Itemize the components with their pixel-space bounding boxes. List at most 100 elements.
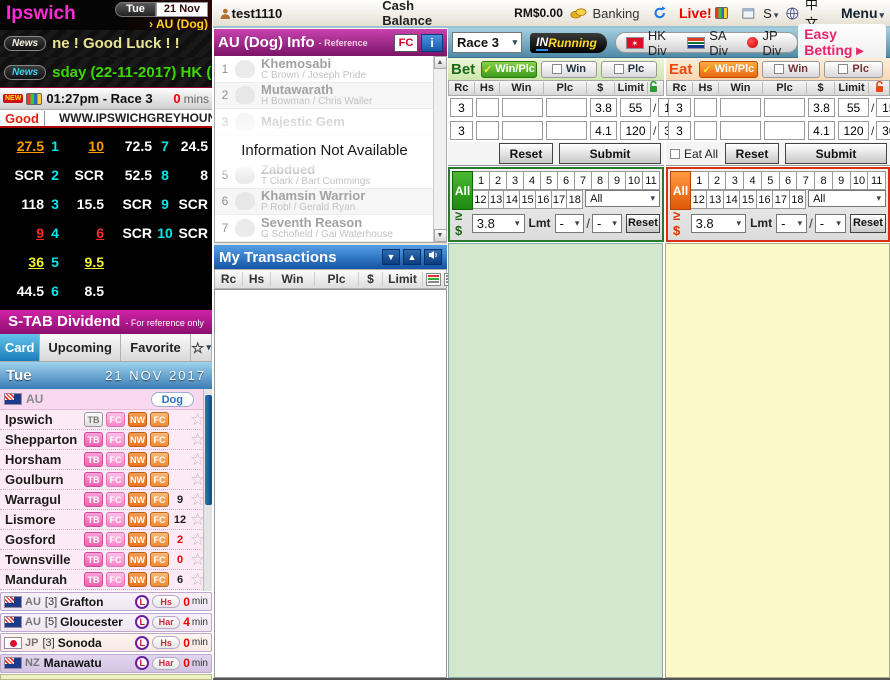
scroll-down-button[interactable]: ▼ xyxy=(434,229,447,242)
number-cell[interactable]: 8 xyxy=(592,171,609,190)
badge-nw[interactable]: NW xyxy=(128,532,147,547)
all-select[interactable]: All▾ xyxy=(808,190,886,207)
badge-tb[interactable]: TB xyxy=(84,432,103,447)
eat-winplc-button[interactable]: ✓Win/Plc xyxy=(699,61,758,78)
checkbox[interactable] xyxy=(552,64,562,74)
info-button[interactable]: i xyxy=(421,34,443,52)
win-amount-input[interactable] xyxy=(720,121,761,140)
win-amount-input[interactable] xyxy=(502,98,543,117)
other-race-row[interactable]: JP[3]SonodaLHs0min xyxy=(0,633,212,652)
number-cell[interactable]: 10 xyxy=(626,171,643,190)
eat-plc-button[interactable]: Plc xyxy=(824,61,883,78)
odds-value[interactable]: 8 xyxy=(178,167,208,183)
number-cell[interactable]: 6 xyxy=(558,171,575,190)
number-cell[interactable]: 8 xyxy=(815,171,833,190)
rc-input[interactable] xyxy=(668,121,691,140)
badge-nw[interactable]: NW xyxy=(128,492,147,507)
bet-reset-button[interactable]: Reset xyxy=(499,143,553,164)
odds-value[interactable]: 24.5 xyxy=(178,138,208,154)
div-link-jp[interactable]: JP Div xyxy=(747,28,787,58)
number-cell[interactable]: 10 xyxy=(851,171,869,190)
other-race-row[interactable]: AU[5]GloucesterLHar4min xyxy=(0,613,212,632)
number-cell[interactable]: 6 xyxy=(780,171,798,190)
runner-scrollbar[interactable]: ▲ ▼ xyxy=(433,56,446,242)
odds-value[interactable]: 27.5 xyxy=(0,138,44,154)
other-race-row[interactable]: NZManawatuLHar0min xyxy=(0,654,212,673)
number-cell[interactable]: 4 xyxy=(524,171,541,190)
sound-button[interactable] xyxy=(424,249,442,265)
eat-all-option[interactable]: Eat All xyxy=(670,147,718,161)
checkbox[interactable] xyxy=(614,64,624,74)
odds-value[interactable]: 8.5 xyxy=(66,283,104,299)
limit1-input[interactable] xyxy=(620,121,651,140)
hs-input[interactable] xyxy=(694,121,717,140)
number-cell[interactable]: 7 xyxy=(575,171,592,190)
list-detail-icon[interactable] xyxy=(426,273,441,286)
easy-betting-link[interactable]: Easy Betting ▸ xyxy=(798,24,886,61)
number-cell[interactable]: 17 xyxy=(552,190,568,209)
limit-select[interactable]: -▾ xyxy=(776,214,807,233)
number-cell[interactable]: 14 xyxy=(504,190,520,209)
odds-value[interactable]: 36 xyxy=(0,254,44,270)
number-cell[interactable]: 16 xyxy=(536,190,552,209)
number-cell[interactable]: 3 xyxy=(507,171,524,190)
hs-input[interactable] xyxy=(476,121,499,140)
runner-number[interactable]: 6 xyxy=(44,283,66,299)
all-select[interactable]: All▾ xyxy=(585,190,660,207)
number-cell[interactable]: 5 xyxy=(541,171,558,190)
track-row[interactable]: IpswichTBFCNWFC☆ xyxy=(0,410,212,430)
green-unlock-icon[interactable] xyxy=(648,81,659,96)
race-type-pill[interactable]: Hs xyxy=(152,595,180,608)
fc-button[interactable]: FC xyxy=(394,34,418,52)
price-input[interactable] xyxy=(590,98,617,117)
track-row[interactable]: TownsvilleTBFCNWFC0☆ xyxy=(0,550,212,570)
track-row[interactable]: LismoreTBFCNWFC12☆ xyxy=(0,510,212,530)
badge-tb[interactable]: TB xyxy=(84,452,103,467)
limit1-input[interactable] xyxy=(838,121,869,140)
badge-nw[interactable]: NW xyxy=(128,412,147,427)
checkbox[interactable] xyxy=(774,64,784,74)
bet-plc-button[interactable]: Plc xyxy=(601,61,657,78)
badge-nw[interactable]: NW xyxy=(128,472,147,487)
badge-tb[interactable]: TB xyxy=(84,512,103,527)
number-cell[interactable]: 9 xyxy=(609,171,626,190)
badge-fc[interactable]: FC xyxy=(150,472,169,487)
price-input[interactable] xyxy=(808,98,835,117)
runner-number[interactable]: 10 xyxy=(152,225,178,241)
grid-reset-button[interactable]: Reset xyxy=(850,214,886,233)
window-icon[interactable] xyxy=(742,7,755,20)
odds-value[interactable]: 15.5 xyxy=(66,196,104,212)
other-race-row[interactable]: AU[3]GraftonLHs0min xyxy=(0,592,212,611)
number-cell[interactable]: 1 xyxy=(691,171,709,190)
limit-select[interactable]: -▾ xyxy=(592,214,622,233)
badge-tb[interactable]: TB xyxy=(84,532,103,547)
win-amount-input[interactable] xyxy=(502,121,543,140)
eat-submit-button[interactable]: Submit xyxy=(785,143,887,164)
odds-value[interactable]: 52.5 xyxy=(104,167,152,183)
badge-fc[interactable]: FC xyxy=(106,452,125,467)
select-all-button[interactable]: All xyxy=(670,171,691,210)
number-cell[interactable]: 18 xyxy=(790,190,806,209)
limit-select[interactable]: -▾ xyxy=(815,214,846,233)
limit2-input[interactable] xyxy=(876,121,890,140)
plc-amount-input[interactable] xyxy=(546,121,587,140)
limit1-input[interactable] xyxy=(620,98,651,117)
track-row[interactable]: SheppartonTBFCNWFC☆ xyxy=(0,430,212,450)
price-input[interactable] xyxy=(808,121,835,140)
number-cell[interactable]: 16 xyxy=(757,190,773,209)
race-type-pill[interactable]: Har xyxy=(152,616,180,629)
badge-tb[interactable]: TB xyxy=(84,412,103,427)
live-link[interactable]: Live! xyxy=(679,5,712,21)
badge-fc[interactable]: FC xyxy=(150,552,169,567)
odds-value[interactable]: 44.5 xyxy=(0,283,44,299)
runner-number[interactable]: 7 xyxy=(152,138,178,154)
odds-value[interactable]: 9 xyxy=(0,225,44,241)
menu-button[interactable]: Menu▾ xyxy=(841,5,884,21)
div-link-hk[interactable]: ✶HK Div xyxy=(626,28,673,58)
badge-fc[interactable]: FC xyxy=(106,432,125,447)
badge-fc[interactable]: FC xyxy=(150,572,169,587)
number-cell[interactable]: 5 xyxy=(762,171,780,190)
number-cell[interactable]: 1 xyxy=(473,171,490,190)
live-tv-icon[interactable] xyxy=(715,7,729,19)
refresh-icon[interactable] xyxy=(653,5,667,21)
